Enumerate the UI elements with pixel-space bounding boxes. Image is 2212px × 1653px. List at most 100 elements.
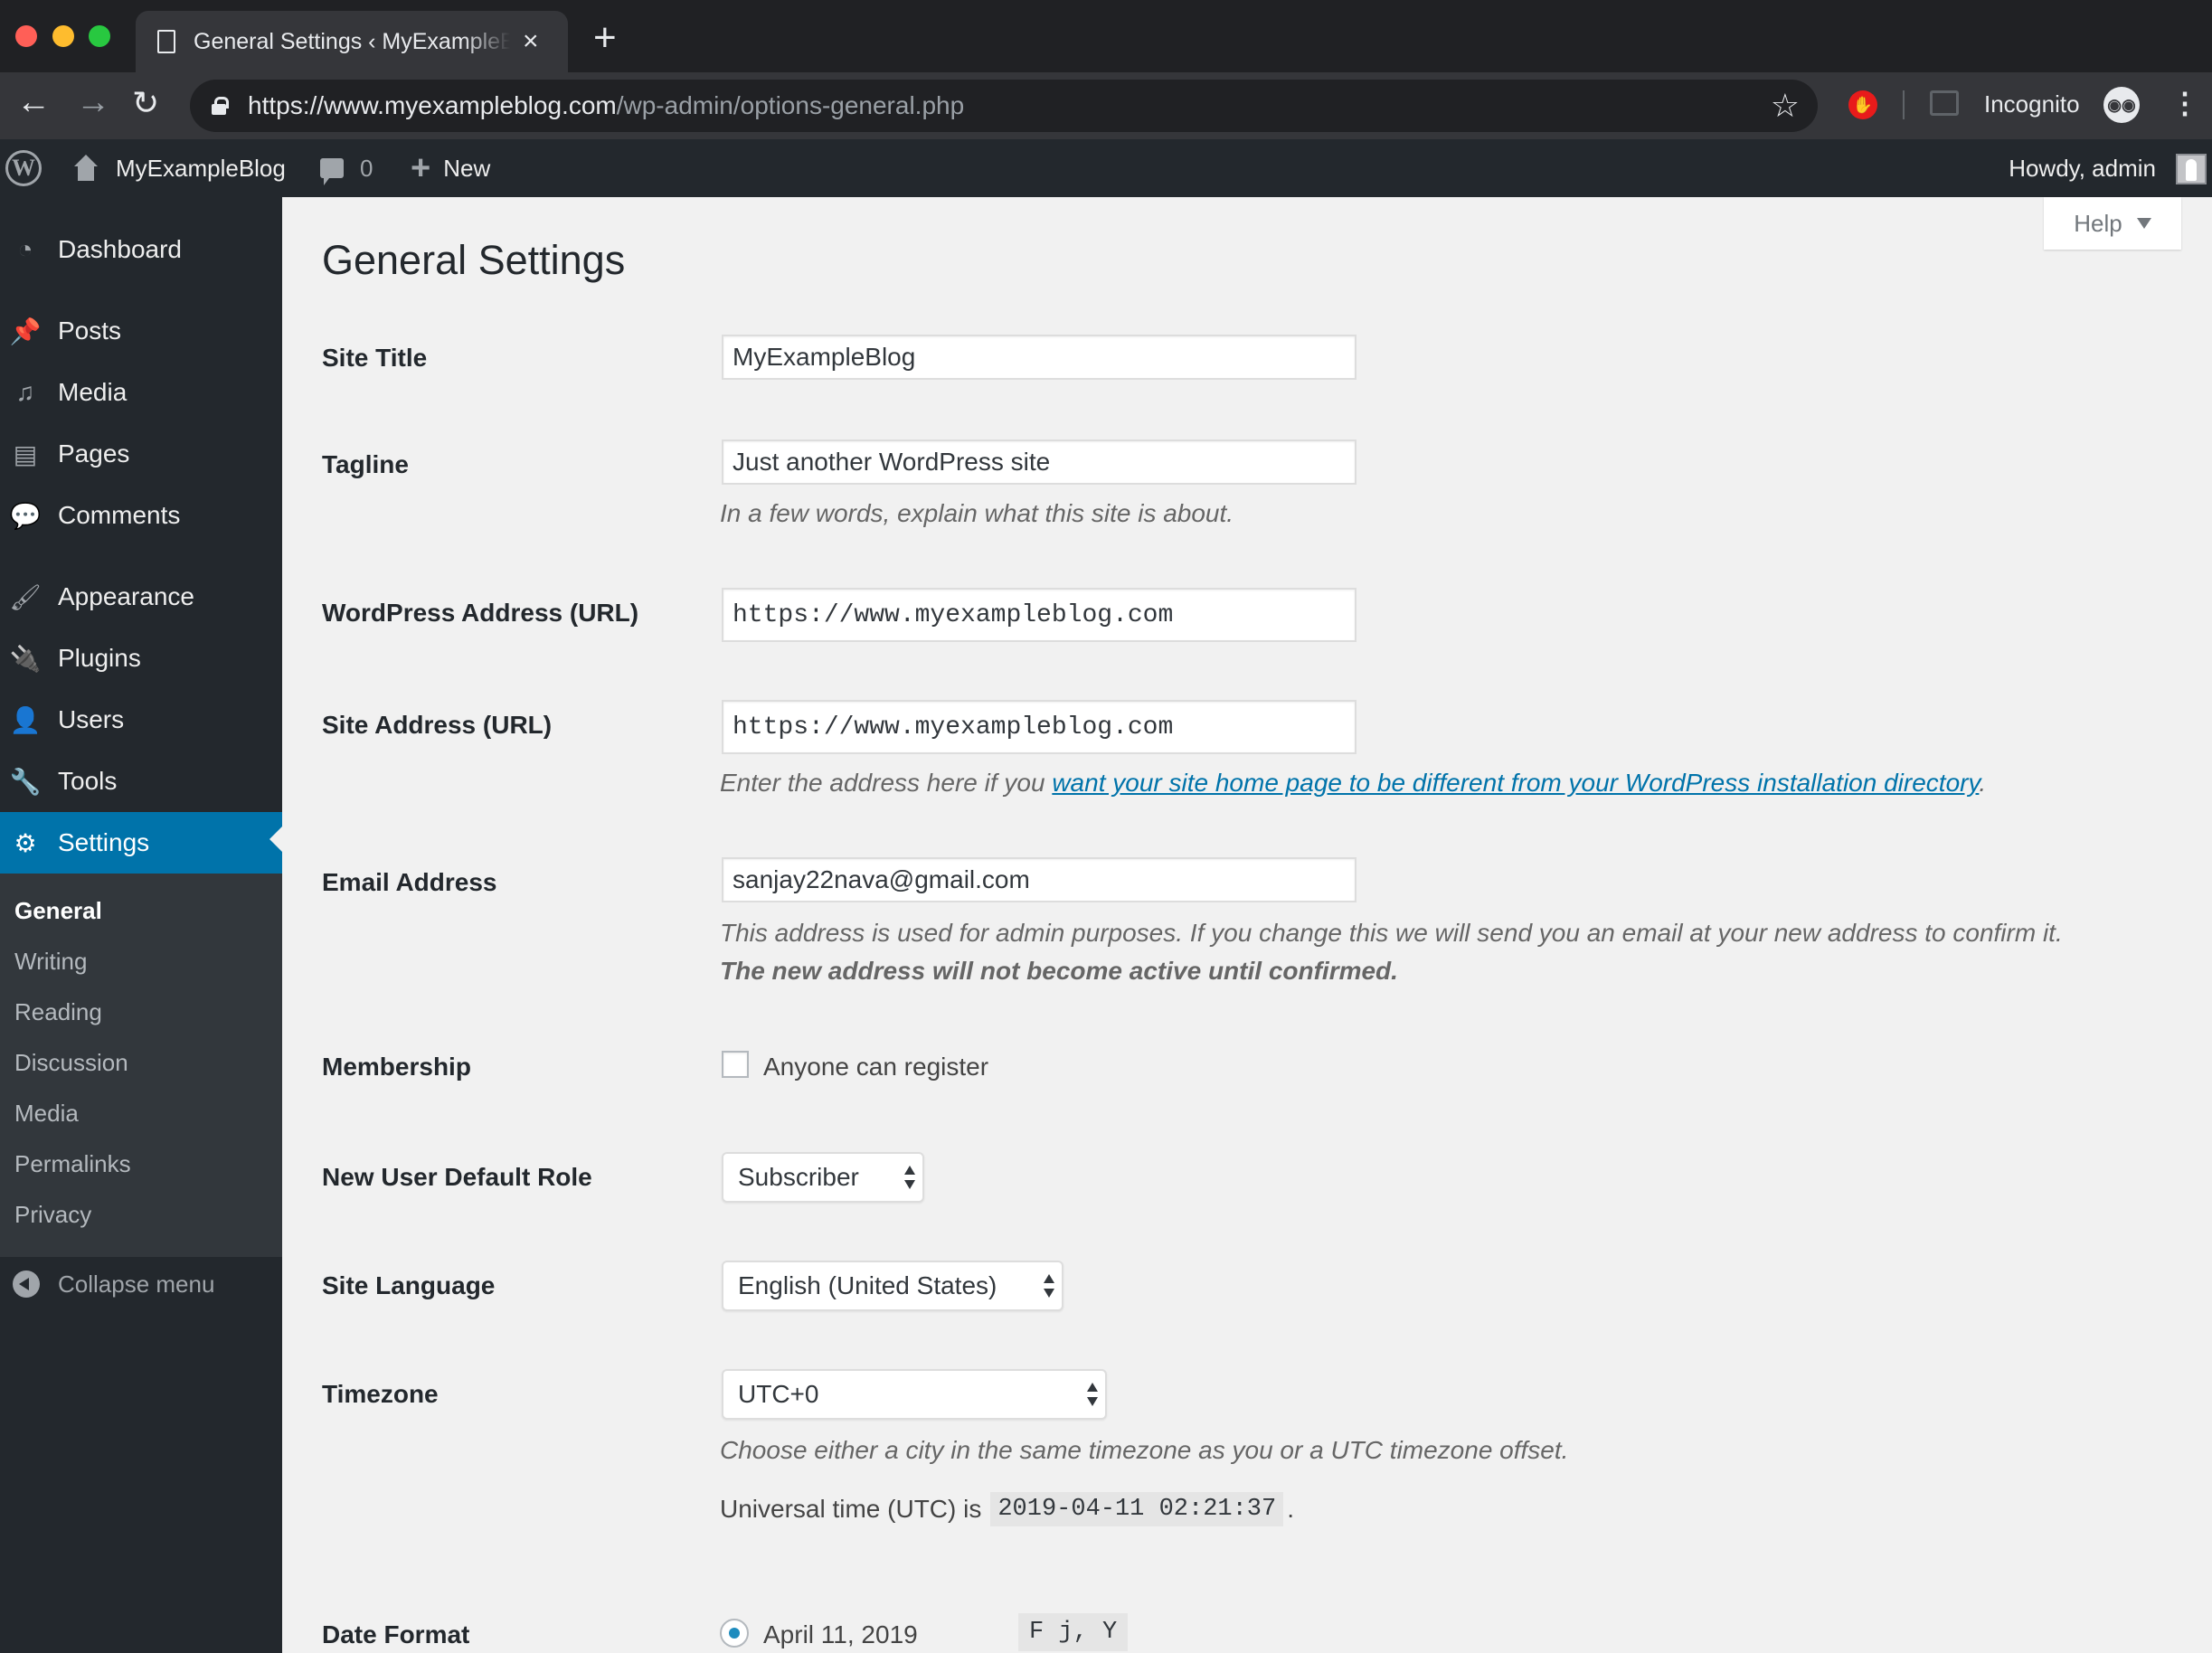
incognito-icon[interactable]: ◉◉ (2103, 87, 2140, 123)
browser-menu-icon[interactable]: ⋮ (2170, 89, 2199, 118)
sidebar-item-label: Media (58, 378, 128, 406)
site-language-select[interactable]: English (United States) (722, 1261, 1063, 1311)
new-tab-button[interactable]: + (593, 18, 617, 58)
sidebar-item-users[interactable]: 👤 Users (0, 693, 282, 747)
anyone-can-register-label[interactable]: Anyone can register (763, 1053, 988, 1082)
date-format-code: F j, Y (1018, 1613, 1129, 1651)
sidebar-item-label: Tools (58, 767, 118, 795)
sidebar-item-dashboard[interactable]: ◔ Dashboard (0, 222, 282, 277)
sidebar-item-label: Appearance (58, 582, 195, 610)
adblock-extension-icon[interactable]: ✋ (1848, 90, 1877, 119)
sidebar-item-appearance[interactable]: 🖌 Appearance (0, 570, 282, 624)
browser-tab-active[interactable]: General Settings ‹ MyExampleBlog — WordP… (136, 11, 568, 72)
maximize-window-button[interactable] (89, 25, 110, 47)
comments-link[interactable]: 0 (320, 139, 373, 197)
submenu-item-reading[interactable]: Reading (14, 998, 102, 1026)
sidebar-item-label: Plugins (58, 644, 141, 672)
brush-icon: 🖌 (9, 582, 42, 611)
site-language-label: Site Language (322, 1271, 496, 1299)
email-description-strong: The new address will not become active u… (720, 957, 1398, 986)
sidebar-item-label: Dashboard (58, 235, 182, 263)
new-label: New (443, 154, 491, 182)
pages-icon: ▤ (13, 439, 38, 468)
submenu-item-media[interactable]: Media (14, 1100, 79, 1128)
cast-icon[interactable] (1930, 90, 1959, 116)
timezone-label: Timezone (322, 1380, 439, 1408)
collapse-arrow-icon (13, 1270, 40, 1298)
wrench-icon: 🔧 (9, 767, 42, 796)
sidebar-item-tools[interactable]: 🔧 Tools (0, 754, 282, 808)
submenu-item-general[interactable]: General (14, 897, 102, 925)
sidebar-item-label: Posts (58, 316, 122, 345)
toolbar-separator (1903, 90, 1905, 119)
tagline-input[interactable]: Just another WordPress site (722, 439, 1357, 485)
wp-logo-button[interactable]: W (5, 139, 42, 197)
wp-admin-bar: W MyExampleBlog 0 + New Howdy, admin (0, 139, 2212, 197)
sidebar-item-media[interactable]: ♫ Media (0, 365, 282, 420)
submenu-item-privacy[interactable]: Privacy (14, 1201, 91, 1229)
avatar[interactable] (2176, 154, 2207, 184)
tab-close-icon[interactable]: × (523, 28, 539, 55)
new-content-button[interactable]: + New (411, 139, 490, 197)
help-label: Help (2074, 209, 2122, 237)
comment-bubble-icon (320, 158, 344, 185)
site-name-label: MyExampleBlog (116, 154, 286, 182)
site-address-help-link[interactable]: want your site home page to be different… (1052, 769, 1979, 797)
url-text[interactable]: https://www.myexampleblog.com/wp-admin/o… (248, 91, 964, 120)
select-arrows-icon (1044, 1274, 1054, 1298)
utc-time-line: Universal time (UTC) is 2019-04-11 02:21… (720, 1492, 1294, 1526)
email-description: This address is used for admin purposes.… (720, 919, 2063, 947)
document-icon (157, 30, 175, 53)
media-icon: ♫ (15, 378, 35, 406)
utc-suffix: . (1287, 1495, 1294, 1523)
sidebar-item-comments[interactable]: 💬 Comments (0, 488, 282, 543)
reload-icon[interactable]: ↻ (132, 87, 159, 119)
help-button[interactable]: Help (2044, 197, 2181, 250)
home-icon (72, 155, 99, 182)
timezone-select[interactable]: UTC+0 (722, 1369, 1107, 1420)
howdy-account-link[interactable]: Howdy, admin (2009, 139, 2156, 197)
sidebar-item-label: Settings (58, 828, 150, 856)
date-format-option-label[interactable]: April 11, 2019 (763, 1620, 918, 1649)
browser-toolbar: ← → ↻ https://www.myexampleblog.com/wp-a… (0, 72, 2212, 139)
date-format-radio-selected[interactable] (720, 1619, 749, 1648)
settings-submenu: General Writing Reading Discussion Media… (0, 874, 282, 1257)
timezone-description: Choose either a city in the same timezon… (720, 1436, 1569, 1464)
main-content: Help General Settings Site Title MyExamp… (282, 197, 2212, 1653)
back-arrow-icon[interactable]: ← (16, 85, 51, 119)
sidebar-item-label: Comments (58, 501, 181, 529)
page-title: General Settings (322, 237, 626, 283)
sidebar-item-settings[interactable]: ⚙ Settings (0, 812, 282, 874)
site-address-desc-suffix: . (1979, 769, 1987, 797)
anyone-can-register-checkbox[interactable] (722, 1051, 749, 1078)
tab-title: General Settings ‹ MyExampleBlog — WordP… (194, 28, 510, 54)
sidebar-item-pages[interactable]: ▤ Pages (0, 427, 282, 481)
close-window-button[interactable] (15, 25, 37, 47)
email-input[interactable]: sanjay22nava@gmail.com (722, 857, 1357, 902)
site-name-link[interactable]: MyExampleBlog (72, 139, 286, 197)
submenu-item-discussion[interactable]: Discussion (14, 1049, 128, 1077)
minimize-window-button[interactable] (52, 25, 74, 47)
default-role-select[interactable]: Subscriber (722, 1152, 924, 1203)
collapse-menu-button[interactable]: Collapse menu (0, 1257, 282, 1311)
admin-sidebar: ◔ Dashboard 📌 Posts ♫ Media ▤ Pages 💬 Co… (0, 197, 282, 1653)
address-bar[interactable]: https://www.myexampleblog.com/wp-admin/o… (190, 80, 1818, 132)
sidebar-item-posts[interactable]: 📌 Posts (0, 304, 282, 358)
dashboard-icon: ◔ (17, 235, 33, 263)
wp-address-input[interactable]: https://www.myexampleblog.com (722, 588, 1357, 642)
date-format-label: Date Format (322, 1620, 470, 1648)
browser-tab-bar: General Settings ‹ MyExampleBlog — WordP… (0, 0, 2212, 72)
user-icon: 👤 (9, 705, 42, 734)
site-address-label: Site Address (URL) (322, 711, 553, 739)
default-role-value: Subscriber (738, 1163, 859, 1191)
default-role-label: New User Default Role (322, 1163, 592, 1191)
wordpress-logo-icon: W (5, 150, 42, 186)
sidebar-item-plugins[interactable]: 🔌 Plugins (0, 631, 282, 685)
site-title-input[interactable]: MyExampleBlog (722, 335, 1357, 380)
forward-arrow-icon[interactable]: → (76, 85, 110, 119)
site-address-input[interactable]: https://www.myexampleblog.com (722, 700, 1357, 754)
lock-icon[interactable] (212, 97, 229, 115)
submenu-item-permalinks[interactable]: Permalinks (14, 1150, 131, 1178)
bookmark-star-icon[interactable]: ☆ (1771, 87, 1800, 125)
submenu-item-writing[interactable]: Writing (14, 948, 87, 976)
